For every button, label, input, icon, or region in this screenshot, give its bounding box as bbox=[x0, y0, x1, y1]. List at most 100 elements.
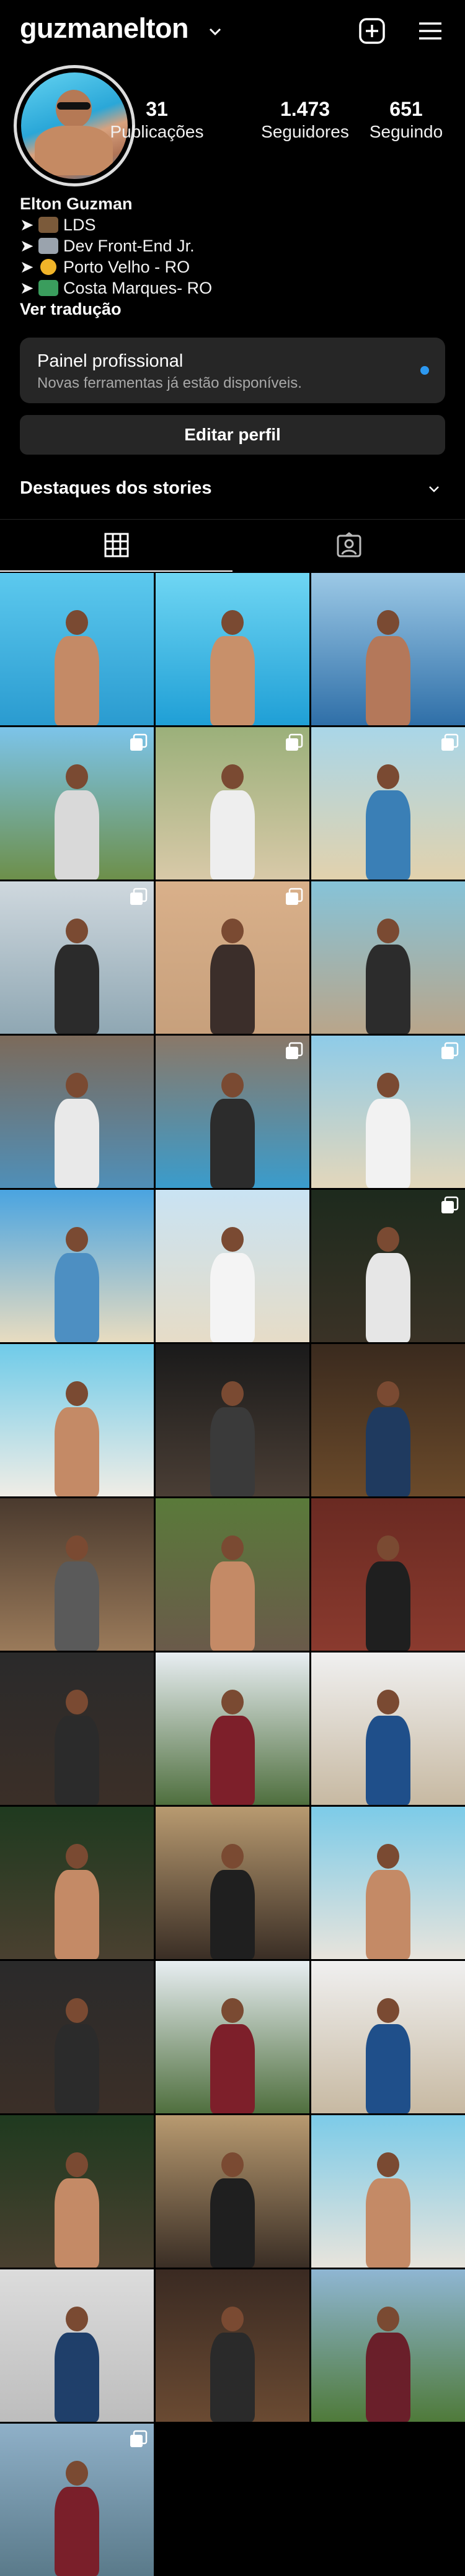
bio-line: ➤ Costa Marques- RO bbox=[20, 279, 213, 297]
post-thumbnail[interactable] bbox=[0, 2115, 154, 2268]
person-figure bbox=[208, 919, 257, 1034]
person-figure bbox=[363, 610, 413, 725]
carousel-icon bbox=[441, 1196, 459, 1213]
post-thumbnail[interactable] bbox=[0, 1036, 154, 1188]
bio-line: ➤ Dev Front-End Jr. bbox=[20, 237, 195, 255]
person-figure bbox=[52, 2307, 102, 2422]
person-figure bbox=[52, 1073, 102, 1188]
post-thumbnail[interactable] bbox=[156, 1653, 309, 1805]
post-thumbnail[interactable] bbox=[156, 1498, 309, 1651]
chevron-down-icon[interactable] bbox=[208, 25, 222, 38]
post-thumbnail[interactable] bbox=[0, 1807, 154, 1959]
carousel-icon bbox=[130, 2430, 148, 2447]
person-figure bbox=[363, 1227, 413, 1342]
tab-tagged[interactable] bbox=[232, 520, 465, 572]
post-thumbnail[interactable] bbox=[156, 1807, 309, 1959]
post-thumbnail[interactable] bbox=[156, 2269, 309, 2422]
post-thumbnail[interactable] bbox=[0, 2424, 154, 2576]
post-thumbnail[interactable] bbox=[156, 727, 309, 880]
person-figure bbox=[52, 1998, 102, 2113]
profile-tabs bbox=[0, 519, 465, 572]
post-thumbnail[interactable] bbox=[0, 1190, 154, 1342]
post-thumbnail[interactable] bbox=[156, 881, 309, 1034]
person-figure bbox=[363, 1998, 413, 2113]
person-figure bbox=[208, 1227, 257, 1342]
post-thumbnail[interactable] bbox=[311, 1036, 465, 1188]
post-thumbnail[interactable] bbox=[311, 1653, 465, 1805]
island-emoji-icon bbox=[38, 280, 58, 296]
person-figure bbox=[52, 1381, 102, 1496]
post-thumbnail[interactable] bbox=[311, 1498, 465, 1651]
top-bar: guzmanelton bbox=[0, 0, 465, 62]
following-label: Seguindo bbox=[369, 122, 443, 141]
post-thumbnail[interactable] bbox=[0, 1961, 154, 2113]
story-highlights-label[interactable]: Destaques dos stories bbox=[20, 478, 211, 499]
sun-emoji-icon bbox=[40, 259, 56, 275]
person-figure bbox=[52, 1535, 102, 1651]
post-thumbnail[interactable] bbox=[0, 2269, 154, 2422]
post-thumbnail[interactable] bbox=[311, 2115, 465, 2268]
post-thumbnail[interactable] bbox=[311, 727, 465, 880]
person-figure bbox=[52, 2152, 102, 2268]
person-figure bbox=[208, 2152, 257, 2268]
posts-label: Publicações bbox=[110, 122, 204, 141]
post-thumbnail[interactable] bbox=[0, 1498, 154, 1651]
post-thumbnail[interactable] bbox=[0, 881, 154, 1034]
post-thumbnail[interactable] bbox=[156, 1961, 309, 2113]
panel-title: Painel profissional bbox=[37, 351, 184, 371]
person-figure bbox=[208, 610, 257, 725]
menu-icon[interactable] bbox=[415, 16, 445, 46]
post-thumbnail[interactable] bbox=[0, 1344, 154, 1496]
person-figure bbox=[363, 1535, 413, 1651]
person-figure bbox=[208, 1535, 257, 1651]
profile-name: Elton Guzman bbox=[20, 194, 133, 213]
tab-posts[interactable] bbox=[0, 520, 232, 572]
grid-icon bbox=[104, 533, 129, 557]
person-figure bbox=[208, 764, 257, 880]
person-figure bbox=[52, 764, 102, 880]
person-figure bbox=[363, 1690, 413, 1805]
panel-subtitle: Novas ferramentas já estão disponíveis. bbox=[37, 375, 302, 391]
post-thumbnail[interactable] bbox=[311, 1344, 465, 1496]
followers-count: 1.473 bbox=[280, 98, 330, 120]
post-thumbnail[interactable] bbox=[156, 1036, 309, 1188]
stat-following[interactable]: 651 Seguindo bbox=[353, 98, 459, 142]
person-figure bbox=[363, 919, 413, 1034]
post-thumbnail[interactable] bbox=[0, 573, 154, 725]
person-figure bbox=[52, 1227, 102, 1342]
following-count: 651 bbox=[389, 98, 423, 120]
post-thumbnail[interactable] bbox=[311, 573, 465, 725]
carousel-icon bbox=[130, 888, 148, 905]
post-thumbnail[interactable] bbox=[156, 2115, 309, 2268]
post-thumbnail[interactable] bbox=[311, 881, 465, 1034]
professional-dashboard[interactable]: Painel profissional Novas ferramentas já… bbox=[20, 338, 445, 403]
see-translation-link[interactable]: Ver tradução bbox=[20, 299, 212, 320]
post-thumbnail[interactable] bbox=[156, 573, 309, 725]
carousel-icon bbox=[441, 733, 459, 751]
person-figure bbox=[52, 1844, 102, 1959]
carousel-icon bbox=[286, 733, 303, 751]
carousel-icon bbox=[130, 733, 148, 751]
person-figure bbox=[208, 1381, 257, 1496]
post-thumbnail[interactable] bbox=[156, 1190, 309, 1342]
bio-line: ➤ Porto Velho - RO bbox=[20, 258, 190, 276]
post-thumbnail[interactable] bbox=[311, 1190, 465, 1342]
person-figure bbox=[363, 2152, 413, 2268]
stat-followers[interactable]: 1.473 Seguidores bbox=[252, 98, 358, 142]
post-thumbnail[interactable] bbox=[156, 1344, 309, 1496]
robot-emoji-icon bbox=[38, 238, 58, 254]
bio-line: ➤ LDS bbox=[20, 216, 96, 234]
person-figure bbox=[363, 764, 413, 880]
stat-posts[interactable]: 31 Publicações bbox=[104, 98, 210, 142]
person-figure bbox=[52, 610, 102, 725]
followers-label: Seguidores bbox=[261, 122, 349, 141]
post-thumbnail[interactable] bbox=[0, 1653, 154, 1805]
post-thumbnail[interactable] bbox=[311, 1807, 465, 1959]
post-thumbnail[interactable] bbox=[311, 1961, 465, 2113]
edit-profile-button[interactable]: Editar perfil bbox=[20, 415, 445, 455]
new-post-icon[interactable] bbox=[357, 16, 387, 46]
username-switcher[interactable]: guzmanelton bbox=[20, 12, 189, 45]
chevron-down-icon[interactable] bbox=[428, 483, 440, 496]
post-thumbnail[interactable] bbox=[311, 2269, 465, 2422]
post-thumbnail[interactable] bbox=[0, 727, 154, 880]
